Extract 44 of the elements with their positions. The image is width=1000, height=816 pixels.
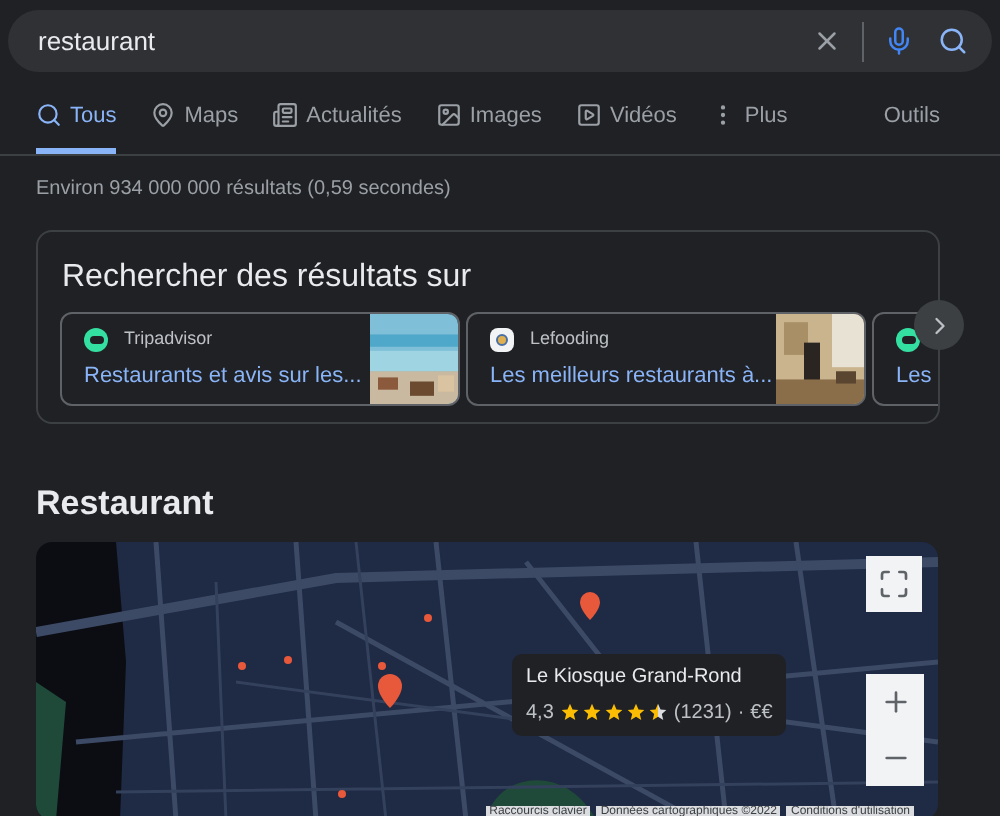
star-icon xyxy=(581,702,602,722)
zoom-in-icon[interactable] xyxy=(879,685,911,717)
microphone-icon[interactable] xyxy=(884,26,914,56)
source-name: Lefooding xyxy=(530,326,610,353)
play-icon xyxy=(575,102,602,129)
map-pin-icon xyxy=(150,102,177,129)
rating: 4,3 xyxy=(526,699,554,727)
result-card[interactable]: Tripadvisor Restaurants et avis sur les... xyxy=(60,312,460,406)
square-logo-icon xyxy=(490,328,514,352)
star-icon xyxy=(625,702,646,722)
search-icon xyxy=(36,102,62,129)
tab[interactable]: Actualités xyxy=(272,99,402,154)
result-link[interactable]: Les xyxy=(896,360,932,393)
newspaper-icon xyxy=(272,102,299,129)
star-icon xyxy=(559,702,580,722)
fullscreen-icon xyxy=(878,567,910,599)
fullscreen-button[interactable] xyxy=(866,555,922,611)
review-count: (1231) xyxy=(673,699,732,727)
close-icon[interactable] xyxy=(812,26,842,56)
image-icon xyxy=(435,102,462,129)
separator: · xyxy=(737,699,745,727)
section-heading: Restaurant xyxy=(34,482,216,526)
search-icon[interactable] xyxy=(938,26,968,56)
owl-logo-icon xyxy=(84,328,108,352)
star-icon xyxy=(603,702,624,722)
result-stats: Environ 934 000 000 résultats (0,59 secondes) xyxy=(34,176,453,204)
tab[interactable]: Images xyxy=(435,99,542,154)
star-icon xyxy=(647,702,668,722)
tools-button[interactable]: Outils xyxy=(883,99,940,154)
next-button[interactable] xyxy=(914,300,964,350)
place-name: Le Kiosque Grand-Rond xyxy=(526,663,744,691)
tab[interactable]: Vidéos xyxy=(575,99,677,154)
result-link[interactable]: Restaurants et avis sur les... xyxy=(84,360,362,393)
source-name: Tripadvisor xyxy=(124,326,213,353)
result-link[interactable]: Les meilleurs restaurants à... xyxy=(490,360,773,393)
search-field[interactable]: restaurant xyxy=(8,10,992,72)
tab[interactable]: Plus xyxy=(710,99,788,154)
result-card[interactable]: Lefooding Les meilleurs restaurants à... xyxy=(466,312,866,406)
section-title: Rechercher des résultats sur xyxy=(62,258,472,298)
tab[interactable]: Maps xyxy=(150,99,239,154)
owl-logo-icon xyxy=(896,328,920,352)
place-tooltip[interactable]: Le Kiosque Grand-Rond 4,3 (1231) · €€ xyxy=(512,653,787,735)
tab[interactable]: Tous xyxy=(36,99,117,154)
price-level: €€ xyxy=(750,699,773,727)
